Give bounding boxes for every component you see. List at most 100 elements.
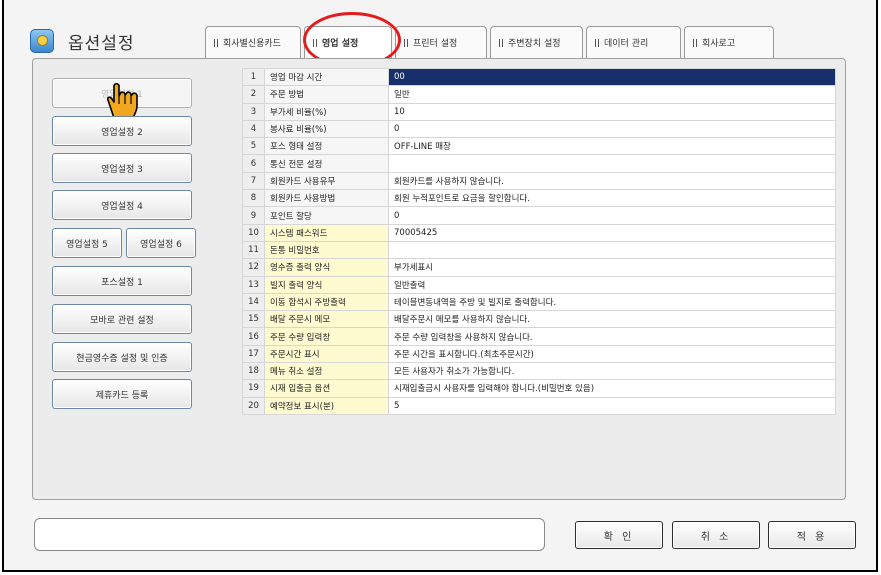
table-row[interactable]: 3 부가세 비율(%) 10	[242, 102, 836, 121]
setting-value[interactable]	[388, 240, 836, 260]
row-number: 9	[242, 206, 265, 225]
cancel-button[interactable]: 취 소	[672, 521, 760, 549]
row-number: 20	[242, 396, 265, 415]
tab-marker-icon	[214, 38, 218, 47]
tab-peripheral-settings[interactable]: 주변장치 설정	[490, 26, 583, 58]
row-number: 3	[242, 102, 265, 121]
setting-label: 빌지 출력 양식	[264, 275, 389, 294]
setting-value[interactable]: 주문 시간을 표시합니다.(최초주문시간)	[388, 344, 836, 364]
tab-bar: 회사별신용카드 영업 설정 프린터 설정 주변장치 설정 데이터 관리 회사로고	[205, 26, 777, 58]
table-row[interactable]: 7 회원카드 사용유무 회원카드를 사용하지 않습니다.	[242, 171, 836, 191]
table-row[interactable]: 15 배달 주문시 메모 배달주문시 메모를 사용하지 않습니다.	[242, 310, 836, 329]
setting-label: 주문 수량 입력창	[264, 327, 389, 346]
window-title: 옵션설정	[68, 33, 135, 54]
table-row[interactable]: 10 시스템 패스워드 70005425	[242, 223, 836, 242]
row-number: 18	[242, 362, 265, 381]
row-number: 11	[242, 240, 265, 260]
sidebar-item-mobile[interactable]: 모바로 관련 설정	[52, 304, 192, 334]
setting-value[interactable]: 일반	[388, 85, 836, 104]
setting-value[interactable]: 시재입출금시 사용자를 입력해야 합니다.(비밀번호 있음)	[388, 379, 836, 398]
tab-marker-icon	[595, 38, 599, 47]
sidebar-item-business-6[interactable]: 영업설정 6	[126, 228, 196, 258]
tab-marker-icon	[693, 38, 697, 47]
app-icon	[30, 29, 54, 53]
setting-label: 시스템 패스워드	[264, 223, 389, 242]
table-row[interactable]: 20 예약정보 표시(분) 5	[242, 396, 836, 415]
setting-value[interactable]: 배달주문시 메모를 사용하지 않습니다.	[388, 310, 836, 329]
row-number: 16	[242, 327, 265, 346]
table-row[interactable]: 8 회원카드 사용방법 회원 누적포인트로 요금을 할인합니다.	[242, 189, 836, 208]
table-row[interactable]: 19 시재 입출금 옵션 시재입출금시 사용자를 입력해야 합니다.(비밀번호 있음…	[242, 379, 836, 398]
sidebar-item-business-3[interactable]: 영업설정 3	[52, 153, 192, 183]
row-number: 4	[242, 119, 265, 139]
row-number: 6	[242, 154, 265, 173]
setting-value[interactable]: 0	[388, 206, 836, 225]
table-row[interactable]: 11 돈통 비밀번호	[242, 240, 836, 260]
setting-value[interactable]: 00	[388, 67, 836, 87]
setting-label: 이동 합석시 주방출력	[264, 292, 389, 312]
table-row[interactable]: 4 봉사료 비율(%) 0	[242, 119, 836, 139]
row-number: 2	[242, 85, 265, 104]
sidebar-item-business-5[interactable]: 영업설정 5	[52, 228, 122, 258]
sidebar-item-business-2[interactable]: 영업설정 2	[52, 116, 192, 146]
tab-company-credit-card[interactable]: 회사별신용카드	[205, 26, 301, 58]
setting-label: 메뉴 취소 설정	[264, 362, 389, 381]
setting-value[interactable]: 부가세표시	[388, 258, 836, 277]
row-number: 1	[242, 67, 265, 87]
table-row[interactable]: 2 주문 방법 일반	[242, 85, 836, 104]
setting-label: 예약정보 표시(분)	[264, 396, 389, 415]
tab-printer-settings[interactable]: 프린터 설정	[395, 26, 487, 58]
table-row[interactable]: 13 빌지 출력 양식 일반출력	[242, 275, 836, 294]
setting-label: 시재 입출금 옵션	[264, 379, 389, 398]
table-row[interactable]: 14 이동 합석시 주방출력 테이블변동내역을 주방 및 빌지로 출력합니다.	[242, 292, 836, 312]
sidebar-item-business-4[interactable]: 영업설정 4	[52, 190, 192, 220]
row-number: 8	[242, 189, 265, 208]
table-row[interactable]: 1 영업 마감 시간 00	[242, 67, 836, 87]
setting-label: 통신 전문 설정	[264, 154, 389, 173]
row-number: 13	[242, 275, 265, 294]
table-row[interactable]: 5 포스 형태 설정 OFF-LINE 매장	[242, 137, 836, 156]
setting-label: 영업 마감 시간	[264, 67, 389, 87]
sidebar-item-cash-receipt[interactable]: 현금영수증 설정 및 인증	[52, 342, 192, 372]
setting-value[interactable]: 10	[388, 102, 836, 121]
apply-button[interactable]: 적 용	[768, 521, 856, 549]
setting-value[interactable]: 회원카드를 사용하지 않습니다.	[388, 171, 836, 191]
setting-value[interactable]	[388, 154, 836, 173]
row-number: 12	[242, 258, 265, 277]
row-number: 17	[242, 344, 265, 364]
table-row[interactable]: 18 메뉴 취소 설정 모든 사용자가 취소가 가능합니다.	[242, 362, 836, 381]
setting-value[interactable]: OFF-LINE 매장	[388, 137, 836, 156]
status-message-box	[34, 518, 545, 551]
table-row[interactable]: 17 주문시간 표시 주문 시간을 표시합니다.(최초주문시간)	[242, 344, 836, 364]
tab-company-logo[interactable]: 회사로고	[684, 26, 774, 58]
table-row[interactable]: 6 통신 전문 설정	[242, 154, 836, 173]
setting-label: 포인트 할당	[264, 206, 389, 225]
setting-value[interactable]: 테이블변동내역을 주방 및 빌지로 출력합니다.	[388, 292, 836, 312]
setting-value[interactable]: 주문 수량 입력창을 사용하지 않습니다.	[388, 327, 836, 346]
row-number: 15	[242, 310, 265, 329]
ok-button[interactable]: 확 인	[575, 521, 663, 549]
setting-label: 영수증 출력 양식	[264, 258, 389, 277]
tab-data-management[interactable]: 데이터 관리	[586, 26, 681, 58]
window-titlebar: 옵션설정	[30, 26, 135, 56]
table-row[interactable]: 16 주문 수량 입력창 주문 수량 입력창을 사용하지 않습니다.	[242, 327, 836, 346]
setting-value[interactable]: 회원 누적포인트로 요금을 할인합니다.	[388, 189, 836, 208]
setting-value[interactable]: 5	[388, 396, 836, 415]
setting-value[interactable]: 일반출력	[388, 275, 836, 294]
setting-value[interactable]: 모든 사용자가 취소가 가능합니다.	[388, 362, 836, 381]
row-number: 10	[242, 223, 265, 242]
row-number: 14	[242, 292, 265, 312]
setting-label: 주문시간 표시	[264, 344, 389, 364]
setting-label: 배달 주문시 메모	[264, 310, 389, 329]
sidebar-item-pos-1[interactable]: 포스설정 1	[52, 266, 192, 296]
setting-label: 회원카드 사용방법	[264, 189, 389, 208]
setting-value[interactable]: 0	[388, 119, 836, 139]
table-row[interactable]: 12 영수증 출력 양식 부가세표시	[242, 258, 836, 277]
row-number: 7	[242, 171, 265, 191]
sidebar-item-partner-card[interactable]: 제휴카드 등록	[52, 379, 192, 409]
tab-marker-icon	[404, 38, 408, 47]
setting-label: 돈통 비밀번호	[264, 240, 389, 260]
settings-grid: 1 영업 마감 시간 00 2 주문 방법 일반 3 부가세 비율(%) 10 4 봉사료 비…	[242, 67, 836, 415]
setting-value[interactable]: 70005425	[388, 223, 836, 242]
table-row[interactable]: 9 포인트 할당 0	[242, 206, 836, 225]
